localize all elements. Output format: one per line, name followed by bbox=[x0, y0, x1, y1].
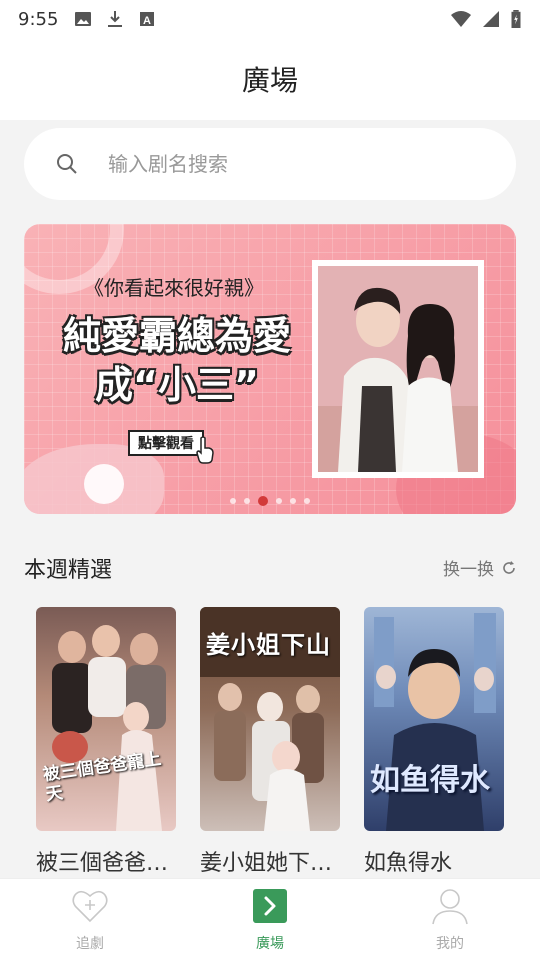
drama-poster[interactable]: 被三個爸爸寵上天 bbox=[36, 607, 176, 831]
poster-title-text: 如鱼得水 bbox=[370, 763, 490, 798]
drama-card-title: 如魚得水 bbox=[364, 851, 453, 876]
drama-card[interactable]: 姜小姐下山 姜小姐她下… bbox=[200, 607, 340, 877]
poster-title-text: 姜小姐下山 bbox=[206, 631, 331, 659]
banner-headline-line: 成“小三” bbox=[95, 363, 259, 408]
status-time: 9:55 bbox=[18, 8, 59, 30]
search-input[interactable] bbox=[108, 152, 468, 176]
app-header: 廣場 bbox=[0, 38, 540, 120]
nav-label: 我的 bbox=[436, 936, 464, 952]
promo-banner[interactable]: 《你看起來很好親》 純愛霸總為愛 成“小三” 點擊觀看 bbox=[24, 224, 516, 514]
search-icon bbox=[57, 154, 77, 174]
banner-pagination bbox=[24, 496, 516, 506]
nav-label-active: 廣場 bbox=[256, 936, 284, 952]
svg-text:A: A bbox=[143, 15, 151, 27]
drama-card-title: 姜小姐她下… bbox=[200, 851, 333, 876]
pagination-dot[interactable] bbox=[244, 498, 250, 504]
bottom-navigation: 追劇 廣場 我的 bbox=[0, 878, 540, 960]
nav-item-follow[interactable]: 追劇 bbox=[0, 879, 180, 960]
nav-item-profile[interactable]: 我的 bbox=[360, 879, 540, 960]
couple-illustration bbox=[318, 266, 478, 472]
download-icon bbox=[108, 11, 123, 27]
drama-poster[interactable]: 如鱼得水 bbox=[364, 607, 504, 831]
status-icons-right bbox=[450, 10, 522, 28]
drama-card-title: 被三個爸爸… bbox=[36, 851, 169, 876]
section-title: 本週精選 bbox=[24, 558, 113, 583]
nav-item-square[interactable]: 廣場 bbox=[180, 879, 360, 960]
font-icon: A bbox=[140, 12, 155, 27]
pagination-dot[interactable] bbox=[290, 498, 296, 504]
nav-label: 追劇 bbox=[76, 936, 104, 952]
pagination-dot[interactable] bbox=[230, 498, 236, 504]
pagination-dot[interactable] bbox=[276, 498, 282, 504]
status-icons-left: A bbox=[74, 10, 156, 28]
heart-plus-icon bbox=[72, 890, 108, 923]
square-play-icon bbox=[253, 889, 287, 923]
pointer-hand-icon bbox=[196, 436, 214, 464]
page-title: 廣場 bbox=[241, 64, 298, 97]
banner-headline: 純愛霸總為愛 成“小三” bbox=[42, 312, 312, 411]
drama-card[interactable]: 被三個爸爸寵上天 被三個爸爸… bbox=[36, 607, 176, 877]
user-icon bbox=[432, 889, 468, 925]
status-bar: 9:55 A bbox=[0, 0, 540, 38]
signal-icon bbox=[483, 11, 499, 27]
refresh-label: 换一换 bbox=[443, 560, 494, 580]
banner-headline-line: 純愛霸總為愛 bbox=[62, 314, 291, 358]
pagination-dot-active[interactable] bbox=[258, 496, 268, 506]
search-bar[interactable] bbox=[24, 128, 516, 200]
image-icon bbox=[75, 12, 92, 26]
refresh-button[interactable]: 换一换 bbox=[443, 555, 516, 580]
drama-card[interactable]: 如鱼得水 如魚得水 bbox=[364, 607, 504, 877]
wifi-icon bbox=[451, 11, 471, 27]
pagination-dot[interactable] bbox=[304, 498, 310, 504]
drama-poster[interactable]: 姜小姐下山 bbox=[200, 607, 340, 831]
refresh-icon bbox=[503, 560, 515, 574]
battery-icon bbox=[511, 10, 521, 28]
banner-poster-photo bbox=[312, 260, 484, 478]
banner-subtitle: 《你看起來很好親》 bbox=[84, 276, 264, 300]
banner-watch-button[interactable]: 點擊觀看 bbox=[128, 430, 204, 456]
drama-card-list: 被三個爸爸寵上天 被三個爸爸… 姜小姐下山 姜小姐她下… 如鱼得水 如魚得水 bbox=[36, 607, 504, 877]
